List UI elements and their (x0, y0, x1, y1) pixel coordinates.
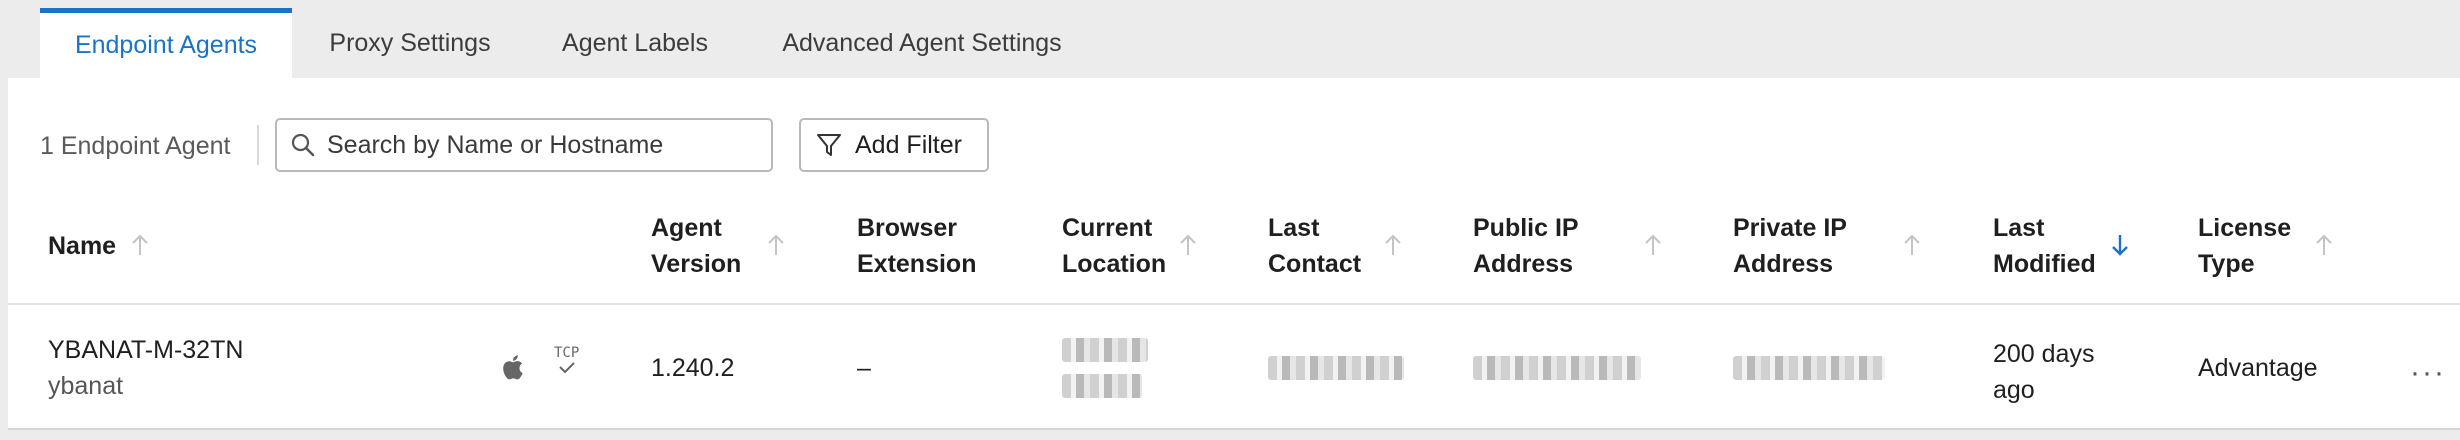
tcp-label: TCP (554, 345, 580, 361)
tcp-icon: TCP (554, 345, 579, 375)
agent-name[interactable]: YBANAT-M-32TN (48, 336, 243, 365)
sort-arrow-up-icon[interactable] (1639, 228, 1667, 262)
row-divider (8, 428, 2460, 430)
agent-user: ybanat (48, 372, 124, 400)
column-header-last-modified[interactable]: Last Modified (1993, 208, 2096, 284)
public-ip-redacted (1473, 356, 1641, 380)
tab-agent-labels[interactable]: Agent Labels (540, 8, 730, 78)
column-header-browser-extension: Browser Extension (857, 214, 977, 278)
agent-count: 1 Endpoint Agent (40, 132, 231, 160)
column-header-agent-version[interactable]: Agent Version (651, 208, 741, 284)
license-type-value: Advantage (2198, 354, 2318, 382)
column-header-public-ip[interactable]: Public IP Address (1473, 208, 1579, 284)
search-box[interactable] (275, 118, 773, 172)
search-icon (283, 125, 323, 165)
column-header-license-type[interactable]: License Type (2198, 208, 2291, 284)
sort-arrow-up-icon[interactable] (762, 228, 790, 262)
private-ip-redacted (1733, 356, 1885, 380)
last-contact-redacted (1268, 356, 1404, 380)
add-filter-label: Add Filter (855, 130, 962, 159)
filter-icon (815, 131, 843, 159)
current-location-redacted (1062, 374, 1142, 398)
column-header-private-ip[interactable]: Private IP Address (1733, 208, 1847, 284)
column-header-last-contact[interactable]: Last Contact (1268, 208, 1361, 284)
tab-bar: Endpoint Agents Proxy Settings Agent Lab… (0, 0, 2460, 78)
sort-arrow-down-icon[interactable] (2106, 228, 2134, 262)
sort-arrow-up-icon[interactable] (1174, 228, 1202, 262)
current-location-redacted (1062, 338, 1148, 362)
column-header-current-location[interactable]: Current Location (1062, 208, 1166, 284)
apple-icon (500, 352, 528, 387)
sort-arrow-up-icon[interactable] (1379, 228, 1407, 262)
search-input[interactable] (323, 130, 751, 160)
tab-endpoint-agents[interactable]: Endpoint Agents (40, 8, 292, 78)
sort-arrow-up-icon[interactable] (126, 228, 154, 262)
header-divider (8, 303, 2460, 305)
tab-advanced-agent-settings[interactable]: Advanced Agent Settings (762, 8, 1082, 78)
row-more-menu-icon[interactable]: ··· (2410, 356, 2446, 390)
tab-proxy-settings[interactable]: Proxy Settings (310, 8, 510, 78)
agent-version-value: 1.240.2 (651, 354, 735, 382)
sort-arrow-up-icon[interactable] (1898, 228, 1926, 262)
browser-extension-value: – (857, 354, 871, 382)
add-filter-button[interactable]: Add Filter (799, 118, 989, 172)
last-modified-value: 200 days ago (1993, 340, 2095, 404)
column-header-name[interactable]: Name (48, 208, 116, 284)
toolbar-divider (257, 125, 259, 165)
sort-arrow-up-icon[interactable] (2310, 228, 2338, 262)
